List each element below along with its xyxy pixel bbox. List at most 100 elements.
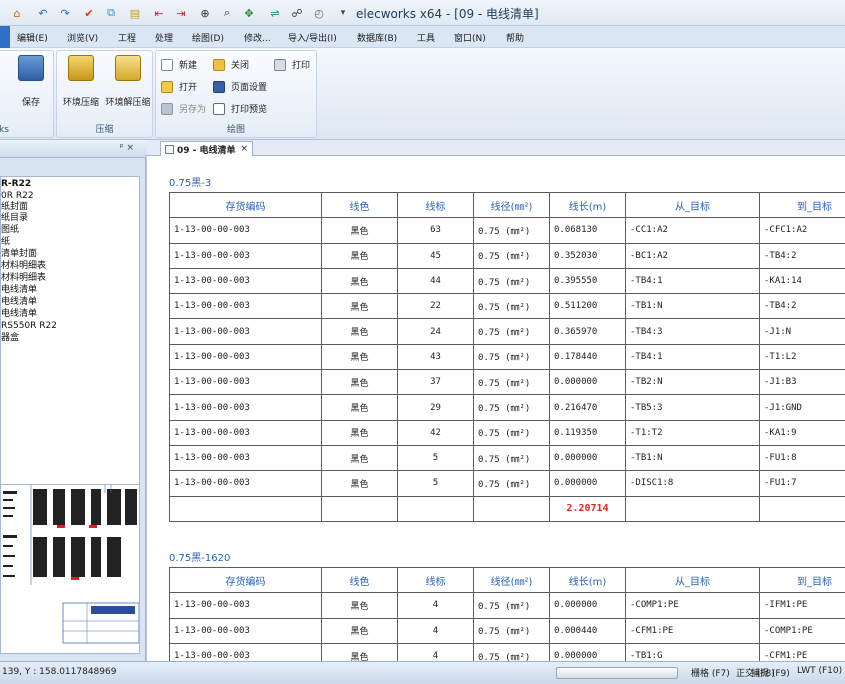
table-cell: 1-13-00-00-003 [169, 444, 322, 472]
menu-modify[interactable]: 修改... [244, 31, 271, 44]
drawing-area[interactable]: 0.75黑-3 存货编码 线色 线标 线径(㎜²) 线长(m) 从_目标 到_目标 1-13-… [146, 156, 845, 661]
menu-project[interactable]: 工程 [118, 31, 136, 44]
wire-table-2: 存货编码 线色 线标 线径(㎜²) 线长(m) 从_目标 到_目标 1-13-00-00-00… [169, 566, 845, 661]
table-row[interactable]: 1-13-00-00-003 黑色 22 0.75 (㎜²) 0.511200 -TB1:… [169, 293, 845, 320]
status-progress [556, 667, 678, 679]
table-cell: -FU1:7 [759, 470, 845, 497]
undo-icon[interactable]: ↶ [34, 4, 52, 22]
new-button[interactable]: 新建 [161, 58, 197, 71]
table-row[interactable]: 1-13-00-00-003 黑色 29 0.75 (㎜²) 0.216470 -TB5:… [169, 394, 845, 421]
table-cell: -COMP1:PE [625, 592, 760, 619]
paste-icon[interactable]: ▤ [126, 4, 144, 22]
redo-icon[interactable]: ↷ [56, 4, 74, 22]
table-row[interactable]: 1-13-00-00-003 黑色 4 0.75 (㎜²) 0.000440 -CFM1:… [169, 617, 845, 644]
tree-item[interactable]: 纸目录 [1, 213, 28, 224]
menu-view[interactable]: 浏览(V) [67, 31, 98, 44]
table-row[interactable]: 1-13-00-00-003 黑色 37 0.75 (㎜²) 0.000000 -TB2:… [169, 369, 845, 396]
table-row[interactable]: 1-13-00-00-003 黑色 63 0.75 (㎜²) 0.068130 -CC1:… [169, 217, 845, 244]
table-cell: 5 [397, 470, 474, 497]
page-next-icon[interactable]: ⇥ [172, 4, 190, 22]
compress-env-button[interactable]: 环境压缩 [59, 55, 103, 108]
customize-dropdown-icon[interactable]: ▾ [334, 4, 352, 22]
table-cell: 4 [397, 592, 474, 619]
table-cell: 黑色 [321, 444, 398, 472]
tree-item[interactable]: 电线清单 [1, 309, 37, 320]
tree-item[interactable]: 电线清单 [1, 297, 37, 308]
table-row[interactable]: 1-13-00-00-003 黑色 4 0.75 (㎜²) 0.000000 -TB1:G… [169, 642, 845, 661]
table-row[interactable]: 1-13-00-00-003 黑色 5 0.75 (㎜²) 0.000000 -TB1:N… [169, 444, 845, 472]
table-cell: 黑色 [321, 343, 398, 371]
save-as-button[interactable]: 另存为 [161, 102, 206, 115]
history-icon[interactable]: ◴ [310, 4, 328, 22]
table-cell: 黑色 [321, 242, 398, 269]
decompress-label: 环境解压缩 [105, 98, 151, 108]
table-row[interactable]: 1-13-00-00-003 黑色 42 0.75 (㎜²) 0.119350 -T1:T… [169, 419, 845, 446]
print-button[interactable]: 打印 [274, 58, 310, 71]
table-row[interactable]: 1-13-00-00-003 黑色 44 0.75 (㎜²) 0.395550 -TB4:… [169, 267, 845, 295]
table-cell: 黑色 [321, 617, 398, 644]
column-header: 线标 [397, 191, 474, 219]
app-icon[interactable]: ⌂ [8, 4, 26, 22]
table-cell: -CFM1:PE [759, 642, 845, 661]
tree-item[interactable]: 清单封面 [1, 249, 37, 260]
save-button[interactable]: 保存 [9, 55, 53, 108]
tree-item[interactable]: 器盒 [1, 333, 19, 344]
menu-window[interactable]: 窗口(N) [454, 31, 486, 44]
tree-item[interactable]: R-R22 [1, 179, 31, 190]
table-row[interactable]: 1-13-00-00-003 黑色 43 0.75 (㎜²) 0.178440 -TB4:… [169, 343, 845, 371]
tree-item[interactable]: 材料明细表 [1, 273, 46, 284]
tree-item[interactable]: 0R R22 [1, 191, 34, 202]
tree-item[interactable]: 纸封面 [1, 202, 28, 213]
pan-icon[interactable]: ✥ [240, 4, 258, 22]
table-cell: -KA1:14 [759, 267, 845, 295]
check-icon[interactable]: ✔ [80, 4, 98, 22]
table-cell [321, 495, 398, 522]
snap-toggle[interactable]: 捕捉 (F9) [751, 666, 790, 679]
menu-database[interactable]: 数据库(B) [357, 31, 397, 44]
decompress-env-button[interactable]: 环境解压缩 [103, 55, 153, 108]
table-cell: 1-13-00-00-003 [169, 617, 322, 644]
document-tabs: 09 - 电线清单 × [146, 140, 845, 156]
menu-bar: 编辑(E) 浏览(V) 工程 处理 绘图(D) 修改... 导入/导出(I) 数… [0, 26, 845, 48]
menu-tools[interactable]: 工具 [417, 31, 435, 44]
tree-item[interactable]: 图纸 [1, 225, 19, 236]
page-prev-icon[interactable]: ⇤ [150, 4, 168, 22]
lwt-toggle[interactable]: LWT (F10) [797, 666, 842, 676]
binoculars-icon[interactable]: ☍ [288, 4, 306, 22]
copy-icon[interactable]: ⧉ [102, 4, 120, 22]
page-setup-button[interactable]: 页面设置 [213, 80, 267, 93]
table-row[interactable]: 1-13-00-00-003 黑色 24 0.75 (㎜²) 0.365970 -TB4:… [169, 318, 845, 345]
tree-item[interactable]: RS550R R22 [1, 321, 57, 332]
menu-draw[interactable]: 绘图(D) [192, 31, 224, 44]
zoom-window-icon[interactable]: ⊕ [196, 4, 214, 22]
open-button[interactable]: 打开 [161, 80, 197, 93]
table-row[interactable]: 1-13-00-00-003 黑色 5 0.75 (㎜²) 0.000000 -DISC1… [169, 470, 845, 497]
open-folder-icon [161, 80, 173, 93]
grid-toggle[interactable]: 栅格 (F7) [691, 666, 730, 679]
tab-close-icon[interactable]: × [241, 144, 249, 154]
table-cell: -TB5:3 [625, 394, 760, 421]
tree-item[interactable]: 材料明细表 [1, 261, 46, 272]
table-cell: 1-13-00-00-003 [169, 318, 322, 345]
table-row[interactable]: 1-13-00-00-003 黑色 4 0.75 (㎜²) 0.000000 -COMP1… [169, 592, 845, 619]
drawing-thumbnail[interactable] [0, 484, 140, 654]
menu-edit[interactable]: 编辑(E) [17, 31, 48, 44]
menu-import-export[interactable]: 导入/导出(I) [288, 31, 337, 44]
table-cell: 黑色 [321, 217, 398, 244]
app-menu-button[interactable] [0, 26, 10, 48]
total-row: 2.20714 [169, 495, 845, 522]
print-preview-button[interactable]: 打印预览 [213, 102, 267, 115]
table-row[interactable]: 1-13-00-00-003 黑色 45 0.75 (㎜²) 0.352030 -BC1:… [169, 242, 845, 269]
column-header: 到_目标 [759, 191, 845, 219]
tab-wire-list[interactable]: 09 - 电线清单 × [160, 141, 254, 156]
table-cell: 43 [397, 343, 474, 371]
menu-process[interactable]: 处理 [155, 31, 173, 44]
close-button[interactable]: 关闭 [213, 58, 249, 71]
menu-help[interactable]: 帮助 [506, 31, 524, 44]
panel-pin-close[interactable]: ᵖ × [120, 143, 134, 153]
tree-item[interactable]: 电线清单 [1, 285, 37, 296]
regen-icon[interactable]: ⇌ [266, 4, 284, 22]
zoom-icon[interactable]: ⌕ [218, 4, 236, 22]
tree-item[interactable]: 纸 [1, 237, 10, 248]
column-header: 线标 [397, 566, 474, 594]
